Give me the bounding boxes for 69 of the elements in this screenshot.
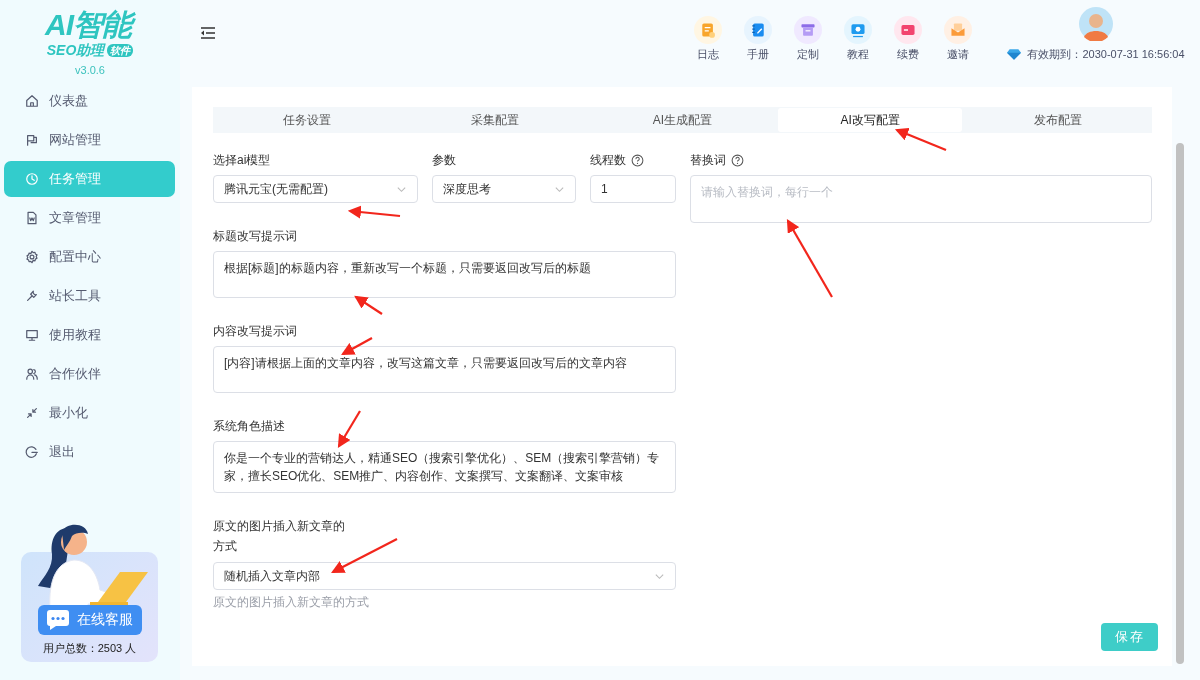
notepad-icon (699, 21, 717, 39)
field-label: 线程数 (590, 151, 626, 169)
people-icon (25, 367, 39, 381)
archive-box-icon (799, 21, 817, 39)
notebook-pen-icon (749, 21, 767, 39)
annotation-arrow (894, 128, 947, 151)
avatar[interactable] (1079, 7, 1113, 41)
version-label: v3.0.6 (75, 64, 105, 76)
monitor-icon (25, 328, 39, 342)
nav-item[interactable]: 配置中心 (4, 239, 175, 275)
toolbar-shortcut[interactable]: 邀请 (933, 16, 983, 62)
annotation-arrow (347, 205, 401, 219)
dropdown[interactable]: 随机插入文章内部 (213, 562, 676, 590)
tab[interactable]: AI改写配置 (778, 108, 963, 132)
field-label: 内容改写提示词 (213, 322, 297, 340)
text-area[interactable]: 根据[标题]的标题内容，重新改写一个标题，只需要返回改写后的标题 (213, 251, 676, 298)
text-area[interactable]: 你是一个专业的营销达人，精通SEO（搜索引擎优化）、SEM（搜索引擎营销）专家，擅长SEO优化、SEM推广、内容创作、文案撰写、文案翻译、文案审核 (213, 441, 676, 493)
helper-text: 原文的图片插入新文章的方式 (213, 594, 370, 611)
input-field[interactable]: 1 (590, 175, 676, 203)
toolbar-shortcut[interactable]: 定制 (783, 16, 833, 62)
home-icon (25, 94, 39, 108)
toolbar-shortcut[interactable]: 日志 (683, 16, 733, 62)
toolbar-shortcut[interactable]: 教程 (833, 16, 883, 62)
field-label: 标题改写提示词 (213, 227, 297, 245)
flag-icon (25, 133, 39, 147)
field-label: 替换词 (690, 151, 726, 169)
clock-icon (25, 172, 39, 186)
annotation-arrow (341, 337, 373, 356)
dropdown[interactable]: 深度思考 (432, 175, 576, 203)
expiry-date: 有效期到：2030-07-31 16:56:04 (1027, 47, 1185, 62)
nav-item[interactable]: 站长工具 (4, 278, 175, 314)
nav-item[interactable]: 仪表盘 (4, 83, 175, 119)
document-icon (25, 211, 39, 225)
menu-toggle-icon[interactable] (200, 27, 216, 41)
chat-bubble-icon (45, 609, 70, 631)
tab[interactable]: 任务设置 (215, 108, 399, 132)
minimize-icon (25, 406, 39, 420)
help-icon (631, 153, 644, 167)
tab[interactable]: AI生成配置 (590, 108, 775, 132)
field-label: 参数 (432, 151, 456, 169)
logo-subtitle: SEO助理 (46, 42, 105, 58)
field-label: 选择ai模型 (213, 151, 271, 169)
dropdown[interactable]: 腾讯元宝(无需配置) (213, 175, 418, 203)
video-screen-icon (849, 21, 867, 39)
text-area[interactable]: [内容]请根据上面的文章内容，改写这篇文章，只需要返回改写后的文章内容 (213, 346, 676, 393)
field-label: 原文的图片插入新文章的方式 (213, 518, 346, 555)
annotation-arrow (337, 410, 361, 448)
toolbar-shortcut[interactable]: 手册 (733, 16, 783, 62)
nav-item[interactable]: 文章管理 (4, 200, 175, 236)
annotation-arrow (354, 295, 383, 315)
tab[interactable]: 采集配置 (402, 108, 587, 132)
wrench-icon (25, 289, 39, 303)
logo-badge: 软件 (107, 43, 134, 57)
nav-item[interactable]: 网站管理 (4, 122, 175, 158)
nav-item[interactable]: 合作伙伴 (4, 356, 175, 392)
settings-icon (25, 250, 39, 264)
tab[interactable]: 发布配置 (966, 108, 1150, 132)
nav-item[interactable]: 使用教程 (4, 317, 175, 353)
nav-item[interactable]: 退出 (4, 434, 175, 470)
annotation-arrow (331, 538, 398, 573)
help-icon (731, 153, 744, 167)
toolbar-shortcut[interactable]: 续费 (883, 16, 933, 62)
field-label: 系统角色描述 (213, 417, 285, 435)
nav-item[interactable]: 最小化 (4, 395, 175, 431)
logout-icon (25, 445, 39, 459)
envelope-icon (949, 21, 967, 39)
user-count: 用户总数：2503 人 (42, 641, 137, 656)
logo-title: AI智能 (43, 8, 137, 42)
vip-diamond-icon (1007, 49, 1022, 60)
